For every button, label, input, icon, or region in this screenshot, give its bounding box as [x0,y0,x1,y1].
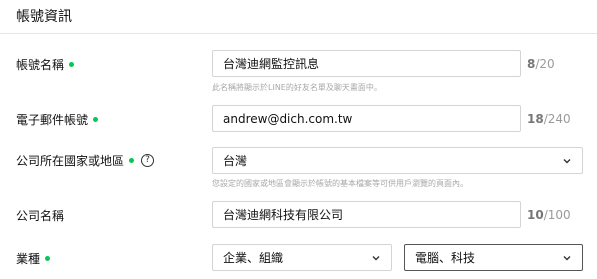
industry-subcategory-value: 電腦、科技 [415,251,476,265]
email-counter: 18/240 [527,112,571,126]
email-count-max: /240 [543,112,571,126]
section-divider [0,33,597,34]
chevron-down-icon [371,253,381,263]
email-input[interactable]: andrew@dich.com.tw [212,105,521,132]
country-select[interactable]: 台灣 [212,147,583,174]
required-dot-icon [129,158,135,163]
required-dot-icon [93,117,99,122]
required-dot-icon [45,256,51,261]
account-name-counter: 8/20 [527,57,555,71]
required-dot-icon [69,62,75,67]
company-count-current: 10 [527,208,544,222]
company-value: 台灣迪網科技有限公司 [223,208,344,222]
chevron-down-icon [562,156,572,166]
account-name-label: 帳號名稱 [16,58,65,72]
company-label-row: 公司名稱 [16,207,64,224]
account-name-count-max: /20 [535,57,555,71]
section-title: 帳號資訊 [16,9,72,25]
company-counter: 10/100 [527,208,571,222]
account-name-input[interactable]: 台灣迪網監控訊息 [212,50,521,77]
account-name-value: 台灣迪網監控訊息 [223,57,320,71]
country-value: 台灣 [223,154,248,168]
company-count-max: /100 [543,208,571,222]
industry-subcategory-select[interactable]: 電腦、科技 [404,244,583,271]
industry-label: 業種 [16,252,41,266]
email-value: andrew@dich.com.tw [223,111,353,126]
account-name-label-row: 帳號名稱 [16,56,75,73]
company-label: 公司名稱 [16,209,65,223]
company-input[interactable]: 台灣迪網科技有限公司 [212,201,521,228]
country-label: 公司所在國家或地區 [16,154,125,168]
account-name-hint: 此名稱將顯示於LINE的好友名單及聊天畫面中。 [212,83,382,92]
industry-category-value: 企業、組織 [223,251,284,265]
industry-label-row: 業種 [16,250,51,267]
industry-category-select[interactable]: 企業、組織 [212,244,392,271]
question-circle-icon[interactable]: ? [141,154,155,167]
email-label: 電子郵件帳號 [16,113,89,127]
chevron-down-icon [562,253,572,263]
country-label-row: 公司所在國家或地區 ? [16,152,155,169]
country-hint: 您設定的國家或地區會顯示於帳號的基本檔案等可供用戶瀏覽的頁面內。 [212,179,468,188]
email-count-current: 18 [527,112,544,126]
email-label-row: 電子郵件帳號 [16,111,99,128]
